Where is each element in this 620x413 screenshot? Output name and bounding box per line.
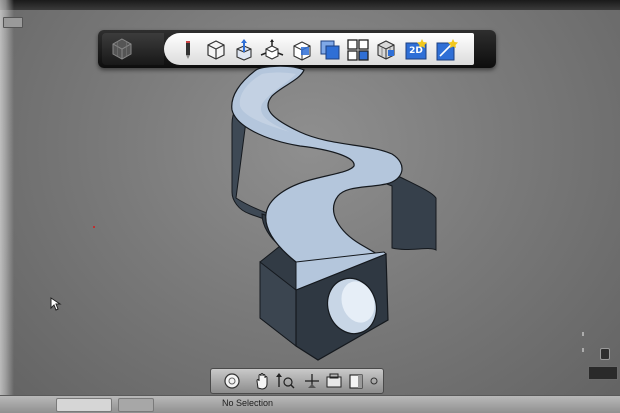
corner-counter [588,366,618,380]
origin-marker [93,226,95,228]
battery-icon [600,348,610,360]
cad-application-window: 2D No Selection [0,0,620,413]
axis-indicator-icon [578,330,588,360]
status-bar: No Selection [0,395,620,413]
look-at-icon[interactable] [301,372,323,390]
view-style-icon[interactable] [345,372,367,390]
selection-status-text: No Selection [222,398,274,408]
mouse-cursor-icon [50,296,62,315]
status-tab[interactable] [56,398,112,412]
pan-hand-icon[interactable] [251,372,273,390]
navigation-bar [210,368,384,394]
fit-all-icon[interactable] [323,372,345,390]
model-viewport[interactable] [0,0,620,413]
status-tab-secondary[interactable] [118,398,154,412]
navbar-options-icon[interactable] [367,372,381,390]
orbit-icon[interactable] [221,372,243,390]
zoom-icon[interactable] [273,372,295,390]
